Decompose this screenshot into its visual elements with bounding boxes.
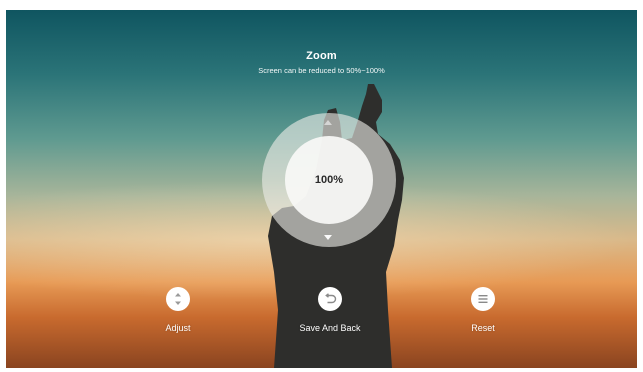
zoom-header: Zoom Screen can be reduced to 50%~100% bbox=[6, 50, 637, 75]
increase-arrow-icon[interactable] bbox=[324, 120, 332, 125]
up-down-arrows-icon bbox=[166, 287, 190, 311]
save-and-back-label: Save And Back bbox=[299, 323, 361, 333]
projector-screen: Zoom Screen can be reduced to 50%~100% 1… bbox=[6, 10, 637, 368]
zoom-value: 100% bbox=[314, 174, 344, 186]
reset-label: Reset bbox=[471, 323, 495, 333]
reset-button[interactable]: Reset bbox=[438, 287, 528, 333]
zoom-range-hint: Screen can be reduced to 50%~100% bbox=[258, 66, 385, 75]
adjust-button[interactable]: Adjust bbox=[133, 287, 223, 333]
menu-lines-icon bbox=[471, 287, 495, 311]
page-title: Zoom bbox=[306, 50, 337, 62]
save-and-back-button[interactable]: Save And Back bbox=[285, 287, 375, 333]
zoom-dial-center: 100% bbox=[285, 136, 373, 224]
decrease-arrow-icon[interactable] bbox=[324, 235, 332, 240]
adjust-label: Adjust bbox=[165, 323, 191, 333]
zoom-dial[interactable]: 100% bbox=[262, 113, 396, 247]
return-icon bbox=[318, 287, 342, 311]
